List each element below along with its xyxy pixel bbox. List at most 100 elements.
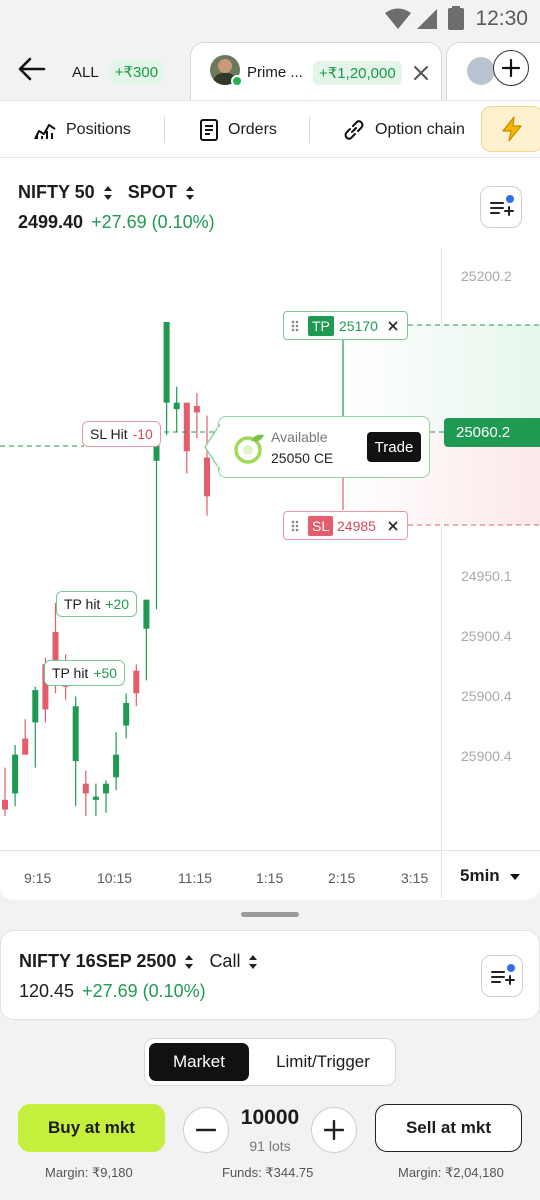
sort-arrows-icon xyxy=(249,954,258,969)
close-icon[interactable] xyxy=(388,321,398,331)
instrument-name: NIFTY 50 xyxy=(18,182,95,202)
x-tick-label: 9:15 xyxy=(24,870,52,886)
app-screen: 12:30 ALL +₹300 Prime ... +₹1,20,000 Pos… xyxy=(0,0,540,1200)
candle xyxy=(72,696,79,807)
close-icon[interactable] xyxy=(388,521,398,531)
candle-body xyxy=(92,796,99,800)
sort-arrows-icon xyxy=(185,185,194,200)
candle xyxy=(22,719,29,755)
sl-hit-marker[interactable]: SL Hit -10 xyxy=(82,421,161,447)
order-type-toggle: Market Limit/Trigger xyxy=(144,1038,396,1086)
tp-hit-marker[interactable]: TP hit +50 xyxy=(44,660,126,686)
sl-hit-value: -10 xyxy=(132,426,153,442)
candle-body xyxy=(82,783,89,794)
option-selector[interactable]: NIFTY 16SEP 2500 Call xyxy=(19,951,259,972)
instrument-quote: 2499.40 +27.69 (0.10%) xyxy=(18,212,215,233)
candle-body xyxy=(72,706,79,762)
stop-loss-marker[interactable]: SL 24985 xyxy=(283,511,408,540)
x-axis-line xyxy=(0,850,540,851)
plus-icon xyxy=(501,58,521,78)
decrease-quantity-button[interactable] xyxy=(183,1107,229,1153)
tab-prime[interactable]: Prime ... +₹1,20,000 xyxy=(190,42,442,104)
candle xyxy=(32,686,39,768)
signal-icon xyxy=(417,9,437,29)
option-change: +27.69 (0.10%) xyxy=(82,981,206,1001)
x-tick-label: 3:15 xyxy=(401,870,429,886)
candle xyxy=(12,744,19,807)
avatar xyxy=(467,57,495,85)
interval-label: 5min xyxy=(460,866,500,885)
sort-arrows-icon xyxy=(185,954,194,969)
add-to-watchlist-button[interactable] xyxy=(480,186,522,228)
candle-body xyxy=(103,783,109,794)
close-icon[interactable] xyxy=(413,65,429,81)
nav-positions[interactable]: Positions xyxy=(33,101,131,159)
tp-value: 25170 xyxy=(339,318,378,334)
account-tabs: ALL +₹300 Prime ... +₹1,20,000 xyxy=(0,38,540,104)
y-tick-label: 25900.4 xyxy=(461,628,512,644)
status-time: 12:30 xyxy=(475,7,528,30)
x-tick-label: 11:15 xyxy=(178,870,212,886)
sl-value: 24985 xyxy=(337,518,376,534)
drag-handle-icon[interactable] xyxy=(291,520,299,532)
x-tick-label: 2:15 xyxy=(328,870,356,886)
buy-margin: Margin: ₹9,180 xyxy=(45,1165,133,1180)
increase-quantity-button[interactable] xyxy=(311,1107,357,1153)
drag-handle-icon[interactable] xyxy=(291,320,299,332)
interval-selector[interactable]: 5min xyxy=(460,866,521,886)
option-card: NIFTY 16SEP 2500 Call 120.45 +27.69 (0.1… xyxy=(0,930,540,1020)
link-chain-icon xyxy=(344,120,364,140)
trade-button[interactable]: Trade xyxy=(367,432,421,462)
tp-hit-marker[interactable]: TP hit +20 xyxy=(56,591,138,617)
candle xyxy=(123,693,130,739)
y-tick-label: 25200.2 xyxy=(461,268,512,284)
nav-orders[interactable]: Orders xyxy=(199,101,277,159)
candle-body xyxy=(2,799,8,810)
candle-body xyxy=(143,599,150,629)
candle-body xyxy=(123,702,130,726)
sheet-drag-handle[interactable] xyxy=(241,912,299,917)
y-tick-label: 24950.1 xyxy=(461,568,512,584)
instrument-price: 2499.40 xyxy=(18,212,84,232)
available-trade-card[interactable]: Available 25050 CE Trade xyxy=(218,416,430,478)
wifi-icon xyxy=(385,8,411,29)
nav-option-chain-label: Option chain xyxy=(375,121,465,138)
nav-option-chain[interactable]: Option chain xyxy=(342,101,465,159)
plus-icon xyxy=(324,1120,344,1140)
tab-all[interactable]: ALL +₹300 xyxy=(72,60,165,84)
candle xyxy=(103,780,109,813)
orders-document-icon xyxy=(200,119,218,141)
x-tick-label: 10:15 xyxy=(97,870,133,886)
available-funds: Funds: ₹344.75 xyxy=(222,1165,314,1180)
tab-limit-trigger[interactable]: Limit/Trigger xyxy=(255,1043,391,1081)
candle-body xyxy=(32,690,39,723)
card-pointer xyxy=(204,424,220,470)
candle xyxy=(113,732,120,791)
candle-body xyxy=(113,754,120,778)
divider xyxy=(164,117,165,143)
positions-chart-icon xyxy=(34,124,56,140)
tab-prime-pnl: +₹1,20,000 xyxy=(313,61,402,85)
take-profit-marker[interactable]: TP 25170 xyxy=(283,311,408,340)
quantity-value[interactable]: 10000 xyxy=(232,1106,308,1130)
add-tab-button[interactable] xyxy=(493,50,529,86)
candle xyxy=(133,664,140,707)
candle xyxy=(92,783,99,816)
back-arrow-icon[interactable] xyxy=(18,57,46,81)
buy-at-market-button[interactable]: Buy at mkt xyxy=(18,1104,165,1152)
status-bar: 12:30 xyxy=(0,0,540,38)
instrument-change: +27.69 (0.10%) xyxy=(91,212,215,232)
tab-market[interactable]: Market xyxy=(149,1043,249,1081)
sell-at-market-button[interactable]: Sell at mkt xyxy=(375,1104,522,1152)
option-price: 120.45 xyxy=(19,981,75,1001)
nav-bar: Positions Orders Option chain xyxy=(0,100,540,158)
add-to-watchlist-button[interactable] xyxy=(481,955,523,997)
candle-body xyxy=(133,670,140,694)
quick-trade-button[interactable] xyxy=(481,106,540,152)
option-quote: 120.45 +27.69 (0.10%) xyxy=(19,981,206,1002)
candle-body xyxy=(12,754,19,794)
instrument-selector[interactable]: NIFTY 50 SPOT xyxy=(18,182,196,203)
available-label: Available xyxy=(271,429,328,445)
list-add-icon xyxy=(491,964,515,985)
option-name: NIFTY 16SEP 2500 xyxy=(19,951,177,971)
